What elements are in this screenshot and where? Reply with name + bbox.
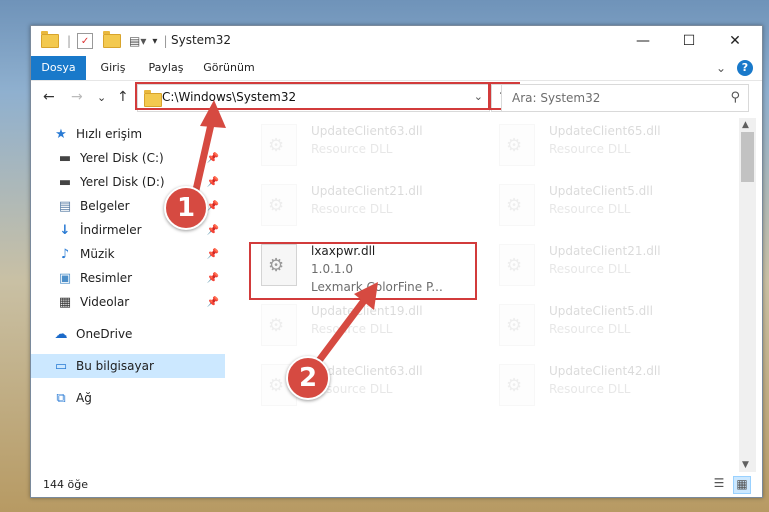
dll-file-icon (499, 124, 535, 166)
file-tile[interactable]: UpdateClient5.dll Resource DLL (487, 298, 717, 354)
sidebar-item-local-disk-c[interactable]: ▬ Yerel Disk (C:) 📌 (31, 146, 225, 170)
scroll-up-icon[interactable]: ▲ (742, 120, 749, 130)
customize-icon[interactable]: ▤▾ (129, 34, 146, 48)
music-icon: ♪ (60, 246, 70, 262)
sidebar-item-network[interactable]: ⧉ Ağ (31, 386, 225, 410)
search-placeholder: Ara: System32 (512, 91, 601, 105)
tab-file[interactable]: Dosya (31, 56, 86, 80)
search-icon: ⚲ (730, 90, 740, 105)
sidebar-item-label: OneDrive (76, 327, 133, 341)
item-count: 144 öğe (43, 478, 88, 491)
sidebar-item-label: Videolar (80, 295, 130, 309)
sidebar-item-pictures[interactable]: ▣ Resimler 📌 (31, 266, 225, 290)
file-tile[interactable]: UpdateClient21.dll Resource DLL (487, 238, 717, 294)
computer-icon: ▭ (54, 358, 68, 374)
back-button[interactable]: ← (43, 89, 55, 105)
file-tile[interactable]: UpdateClient65.dll Resource DLL (487, 118, 717, 174)
pin-icon[interactable]: 📌 (207, 201, 219, 212)
properties-icon[interactable]: ✓ (77, 33, 94, 49)
drive-icon: ▬ (58, 174, 72, 190)
sidebar-item-label: İndirmeler (80, 223, 142, 237)
file-highlight (249, 242, 477, 300)
large-icons-view-icon[interactable]: ▦ (733, 476, 751, 494)
callout-2: 2 (286, 356, 330, 400)
tab-share[interactable]: Paylaş (143, 56, 189, 80)
dll-file-icon (499, 184, 535, 226)
navigation-pane: ★ Hızlı erişim ▬ Yerel Disk (C:) 📌 ▬ Yer… (31, 118, 225, 478)
dll-file-icon (261, 184, 297, 226)
callout-1: 1 (164, 186, 208, 230)
file-tile[interactable]: UpdateClient21.dll Resource DLL (249, 178, 479, 234)
minimize-button[interactable]: — (620, 26, 666, 56)
sidebar-item-label: Yerel Disk (C:) (80, 151, 164, 165)
title-bar: | ✓ ▤▾ ▾ | System32 — ☐ ✕ (31, 26, 762, 56)
dll-file-icon (499, 364, 535, 406)
sidebar-item-videos[interactable]: ▦ Videolar 📌 (31, 290, 225, 314)
pin-icon[interactable]: 📌 (207, 249, 219, 260)
file-tile[interactable]: UpdateClient19.dll Resource DLL (249, 298, 479, 354)
dll-file-icon (261, 124, 297, 166)
address-highlight (135, 82, 490, 110)
folder-icon (41, 31, 59, 48)
sidebar-item-label: Müzik (80, 247, 115, 261)
file-tile[interactable]: UpdateClient42.dll Resource DLL (487, 358, 717, 414)
quick-access-toolbar: | ✓ ▤▾ ▾ | (41, 31, 168, 50)
ribbon-expand-icon[interactable]: ⌄ (713, 56, 729, 80)
forward-button[interactable]: → (71, 89, 83, 105)
star-icon: ★ (55, 126, 67, 142)
sidebar-item-label: Resimler (80, 271, 133, 285)
dll-file-icon (499, 304, 535, 346)
file-tile[interactable]: UpdateClient63.dll Resource DLL (249, 358, 479, 414)
sidebar-item-label: Hızlı erişim (76, 127, 143, 141)
scrollbar-thumb[interactable] (741, 132, 754, 182)
maximize-button[interactable]: ☐ (666, 26, 712, 56)
sidebar-item-label: Yerel Disk (D:) (80, 175, 165, 189)
sidebar-item-label: Ağ (76, 391, 92, 405)
window-title: System32 (171, 33, 232, 47)
network-icon: ⧉ (56, 390, 66, 406)
new-folder-icon[interactable] (103, 31, 122, 48)
sidebar-item-this-pc[interactable]: ▭ Bu bilgisayar (31, 354, 225, 378)
file-tile[interactable]: UpdateClient63.dll Resource DLL (249, 118, 479, 174)
status-bar: 144 öğe ☰ ▦ (31, 474, 762, 496)
dll-file-icon (261, 304, 297, 346)
pin-icon[interactable]: 📌 (207, 153, 219, 164)
sidebar-item-quick-access[interactable]: ★ Hızlı erişim (31, 122, 225, 146)
sidebar-item-label: Bu bilgisayar (76, 359, 154, 373)
cloud-icon: ☁ (54, 326, 68, 342)
qa-dropdown-icon[interactable]: ▾ (152, 36, 157, 47)
video-icon: ▦ (58, 294, 72, 310)
details-view-icon[interactable]: ☰ (711, 476, 727, 492)
pin-icon[interactable]: 📌 (207, 297, 219, 308)
recent-locations-button[interactable]: ⌄ (97, 91, 106, 104)
pin-icon[interactable]: 📌 (207, 273, 219, 284)
sidebar-item-onedrive[interactable]: ☁ OneDrive (31, 322, 225, 346)
explorer-window: | ✓ ▤▾ ▾ | System32 — ☐ ✕ Dosya Giriş Pa… (30, 25, 763, 498)
close-button[interactable]: ✕ (712, 26, 758, 56)
drive-icon: ▬ (58, 150, 72, 166)
sidebar-item-label: Belgeler (80, 199, 130, 213)
ribbon-tabs: Dosya Giriş Paylaş Görünüm ⌄ ? (31, 56, 762, 81)
pin-icon[interactable]: 📌 (207, 177, 219, 188)
download-icon: ↓ (59, 222, 71, 238)
help-icon[interactable]: ? (737, 60, 753, 76)
tab-view[interactable]: Görünüm (201, 56, 257, 80)
sidebar-item-music[interactable]: ♪ Müzik 📌 (31, 242, 225, 266)
file-tile[interactable]: UpdateClient5.dll Resource DLL (487, 178, 717, 234)
pin-icon[interactable]: 📌 (207, 225, 219, 236)
up-button[interactable]: ↑ (117, 89, 129, 105)
pictures-icon: ▣ (58, 270, 72, 286)
navigation-bar: ← → ⌄ ↑ C:\Windows\System32 ⌄ ↻ Ara: Sys… (31, 81, 762, 115)
tab-home[interactable]: Giriş (93, 56, 133, 80)
vertical-scrollbar[interactable]: ▲ ▼ (739, 118, 756, 472)
dll-file-icon (499, 244, 535, 286)
scroll-down-icon[interactable]: ▼ (742, 460, 749, 470)
search-input[interactable]: Ara: System32 ⚲ (501, 84, 749, 112)
document-icon: ▤ (58, 198, 72, 214)
